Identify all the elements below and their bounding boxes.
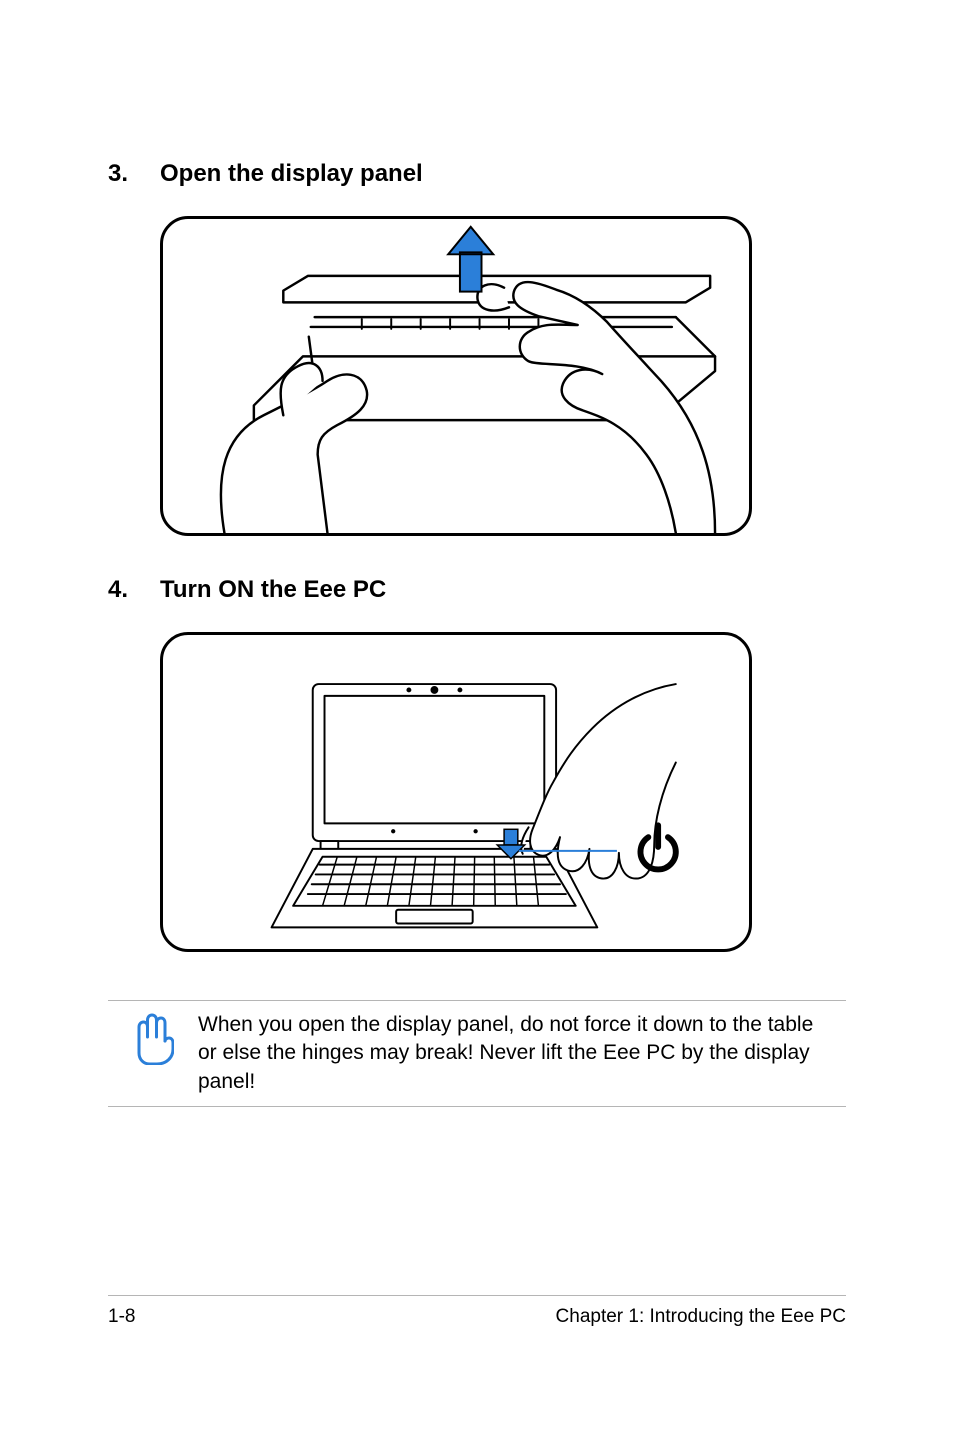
page-footer: 1-8 Chapter 1: Introducing the Eee PC — [108, 1295, 846, 1328]
step-4-heading: 4. Turn ON the Eee PC — [108, 576, 846, 604]
figure-open-display-panel — [160, 216, 752, 536]
figure-turn-on-eee-pc — [160, 632, 752, 952]
step-3-title: Open the display panel — [160, 160, 423, 188]
step-4-number: 4. — [108, 576, 160, 604]
step-4: 4. Turn ON the Eee PC — [108, 576, 846, 952]
chapter-title: Chapter 1: Introducing the Eee PC — [556, 1306, 846, 1328]
page-number: 1-8 — [108, 1306, 135, 1328]
caution-note-text: When you open the display panel, do not … — [198, 1011, 846, 1096]
step-3: 3. Open the display panel — [108, 160, 846, 536]
step-3-heading: 3. Open the display panel — [108, 160, 846, 188]
hand-stop-icon — [108, 1011, 198, 1065]
step-3-number: 3. — [108, 160, 160, 188]
step-4-title: Turn ON the Eee PC — [160, 576, 386, 604]
caution-note: When you open the display panel, do not … — [108, 1000, 846, 1107]
